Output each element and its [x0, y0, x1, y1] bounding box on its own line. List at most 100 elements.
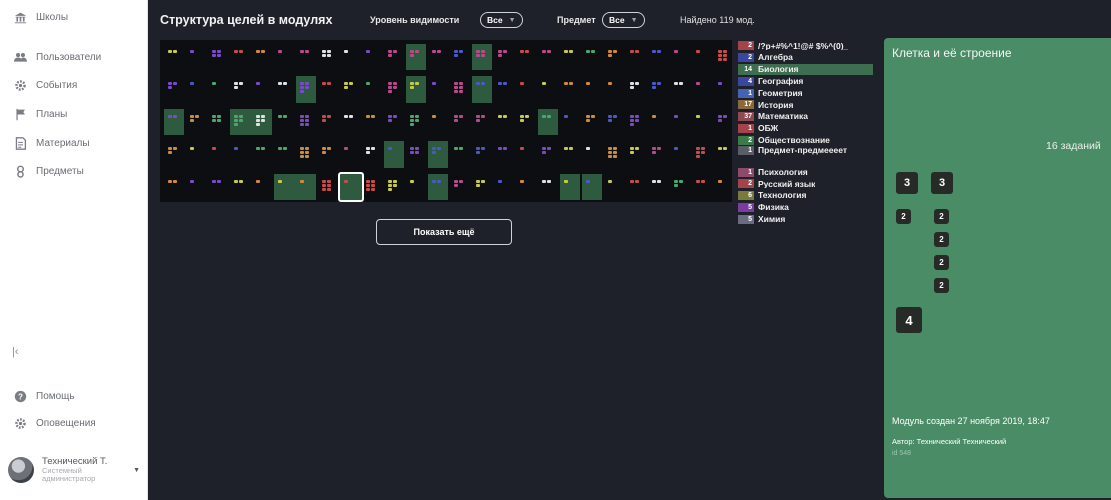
goal-marker: [388, 86, 392, 90]
goal-marker: [305, 50, 309, 53]
legend-item[interactable]: 1 Психология: [738, 166, 873, 178]
goal-marker: [410, 114, 414, 118]
goal-marker: [234, 147, 238, 151]
goal-marker: [305, 118, 309, 122]
legend-item[interactable]: 1 Геометрия: [738, 87, 873, 99]
goal-marker: [261, 50, 265, 53]
goal-marker: [613, 147, 617, 151]
goal-marker: [327, 179, 331, 183]
sidebar-item-plans[interactable]: Планы: [12, 104, 67, 124]
legend-item[interactable]: 6 Технология: [738, 190, 873, 202]
goal-marker: [239, 50, 243, 53]
page-title: Структура целей в модулях: [160, 13, 333, 27]
module-cell-highlight[interactable]: [472, 76, 492, 103]
module-cell-highlight[interactable]: [164, 108, 184, 136]
legend-item[interactable]: 2 /?p+#%^1!@# $%^(0)_: [738, 40, 873, 52]
module-author: Автор: Технический Технический: [892, 437, 1007, 446]
goal-marker: [454, 54, 458, 57]
sidebar-item-materials[interactable]: Материалы: [12, 133, 90, 153]
legend-item[interactable]: 5 Физика: [738, 202, 873, 214]
show-more-button[interactable]: Показать ещё: [376, 219, 512, 245]
goal-marker: [190, 118, 194, 122]
module-cell-highlight[interactable]: [582, 173, 602, 200]
goal-marker: [696, 147, 700, 151]
legend-item[interactable]: 2 Русский язык: [738, 178, 873, 190]
goal-marker: [608, 54, 612, 57]
sidebar-item-subjects[interactable]: Предметы: [12, 161, 84, 181]
module-cell-highlight[interactable]: [538, 108, 558, 136]
visibility-select[interactable]: Все ▼: [480, 12, 523, 28]
goal-marker: [300, 118, 304, 122]
legend-item[interactable]: 14 Биология: [738, 63, 873, 76]
legend-item[interactable]: 37 Математика: [738, 111, 873, 123]
module-cell-highlight[interactable]: [406, 76, 426, 103]
module-title: Клетка и её строение: [892, 46, 1012, 60]
goal-marker: [432, 151, 436, 155]
legend-label: Математика: [758, 112, 808, 121]
sidebar-item-events[interactable]: События: [12, 75, 77, 95]
goal-marker: [410, 122, 414, 126]
goal-marker: [503, 50, 507, 53]
task-badge[interactable]: 3: [931, 172, 953, 194]
task-badge[interactable]: 2: [934, 209, 949, 224]
legend-item[interactable]: 2 Обществознание: [738, 134, 873, 146]
task-badge[interactable]: 3: [896, 172, 918, 194]
module-cell-highlight[interactable]: [230, 108, 272, 136]
module-cell-highlight[interactable]: [384, 141, 404, 168]
selected-module-cell[interactable]: [338, 171, 364, 202]
module-cell-highlight[interactable]: [428, 141, 448, 168]
sidebar-item-users[interactable]: Пользователи: [12, 47, 101, 67]
goal-marker: [679, 82, 683, 86]
subject-legend: 2 /?p+#%^1!@# $%^(0)_ 2 Алгебра 14 Биология 4 Г…: [738, 40, 873, 225]
legend-item[interactable]: 1 ОБЖ: [738, 123, 873, 135]
sidebar-item-schools[interactable]: Школы: [12, 7, 68, 27]
module-detail-card[interactable]: Клетка и её строение 16 заданий 3 3 2 2 …: [884, 38, 1111, 498]
task-badge[interactable]: 4: [896, 307, 922, 333]
goal-marker: [344, 114, 348, 118]
goal-marker: [239, 179, 243, 183]
task-badge[interactable]: 2: [896, 209, 911, 224]
legend-item[interactable]: 2 Алгебра: [738, 52, 873, 64]
goal-marker: [234, 114, 238, 118]
legend-count: 1: [738, 167, 754, 177]
task-badge[interactable]: 2: [934, 232, 949, 247]
goal-marker: [212, 179, 216, 183]
legend-label: География: [758, 77, 804, 86]
module-cell-highlight[interactable]: [406, 44, 426, 71]
sidebar-item-notifications[interactable]: Оповещения: [12, 413, 96, 433]
collapse-sidebar-icon[interactable]: |‹: [12, 346, 19, 358]
task-badge[interactable]: 2: [934, 255, 949, 270]
module-grid[interactable]: [160, 40, 732, 202]
goal-marker: [569, 50, 573, 53]
legend-count: 6: [738, 191, 754, 201]
goal-marker: [454, 118, 458, 122]
legend-item[interactable]: 17 История: [738, 99, 873, 111]
goal-marker: [635, 50, 639, 53]
user-menu[interactable]: Технический Т. Системный администратор ▼: [8, 448, 140, 492]
goal-marker: [261, 118, 265, 122]
goal-marker: [437, 179, 441, 183]
goal-marker: [652, 147, 656, 151]
goal-marker: [168, 147, 172, 151]
sidebar-item-help[interactable]: ? Помощь: [12, 386, 75, 406]
goal-marker: [564, 50, 568, 53]
task-badge[interactable]: 2: [934, 278, 949, 293]
module-cell-highlight[interactable]: [472, 44, 492, 71]
module-cell-highlight[interactable]: [560, 173, 580, 200]
legend-item[interactable]: 4 География: [738, 75, 873, 87]
flag-icon: [12, 106, 28, 122]
goal-marker: [344, 86, 348, 90]
module-cell-highlight[interactable]: [296, 76, 316, 103]
goal-marker: [503, 114, 507, 118]
goal-marker: [212, 82, 216, 86]
goal-marker: [322, 82, 326, 86]
goal-marker: [278, 82, 282, 86]
legend-item[interactable]: 5 Химия: [738, 213, 873, 225]
goal-marker: [476, 54, 480, 57]
goal-marker: [388, 187, 392, 191]
module-cell-highlight[interactable]: [274, 173, 316, 200]
subject-select[interactable]: Все ▼: [602, 12, 645, 28]
legend-item[interactable]: 1 Предмет-предмеееет: [738, 146, 873, 166]
module-cell-highlight[interactable]: [428, 173, 448, 200]
goal-marker: [173, 147, 177, 151]
